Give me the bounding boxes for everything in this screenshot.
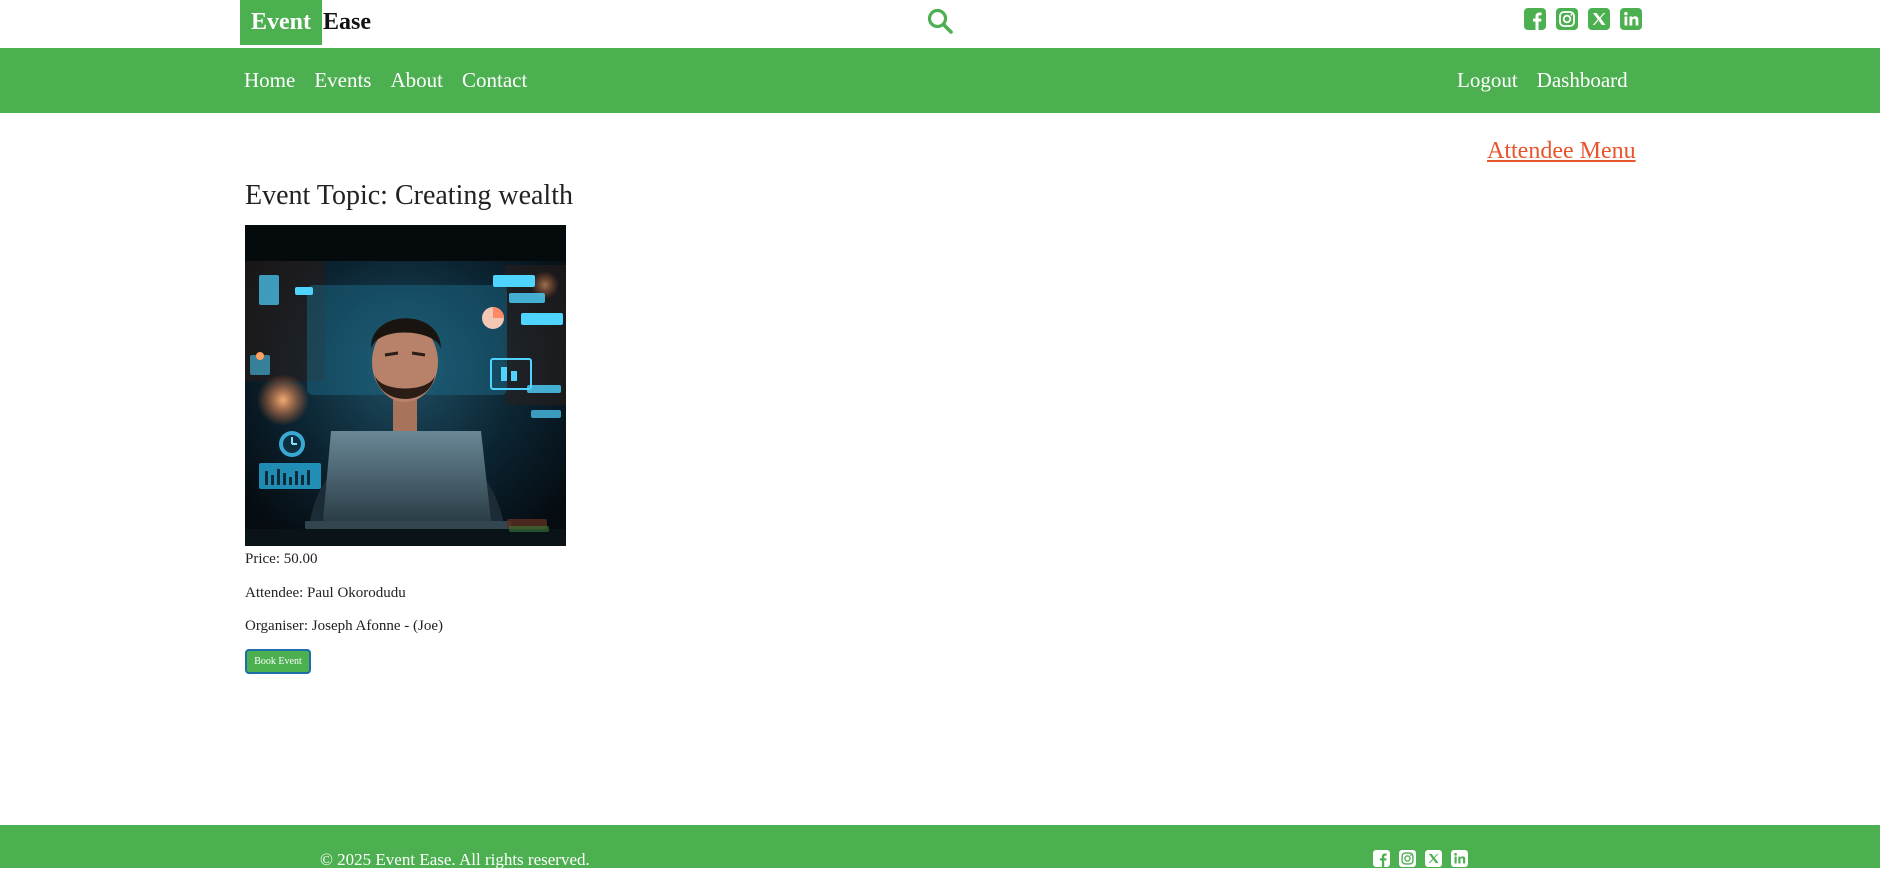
brand-logo[interactable]: Event Ease — [240, 0, 371, 45]
search-icon[interactable] — [926, 7, 954, 35]
page-footer: © 2025 Event Ease. All rights reserved. — [0, 825, 1880, 869]
event-organiser: Organiser: Joseph Afonne - (Joe) — [245, 618, 444, 634]
nav-link-contact[interactable]: Contact — [462, 68, 527, 93]
nav-link-about[interactable]: About — [390, 68, 443, 93]
main-navbar: Home Events About Contact Logout Dashboa… — [0, 48, 1880, 113]
footer-copyright: © 2025 Event Ease. All rights reserved. — [320, 850, 590, 869]
event-image — [245, 225, 566, 546]
facebook-icon[interactable] — [1373, 850, 1390, 867]
nav-link-home[interactable]: Home — [244, 68, 295, 93]
nav-link-dashboard[interactable]: Dashboard — [1537, 68, 1628, 93]
nav-primary-links: Home Events About Contact — [244, 48, 527, 113]
book-event-button[interactable]: Book Event — [245, 649, 311, 674]
linkedin-icon[interactable] — [1620, 8, 1642, 30]
instagram-icon[interactable] — [1399, 850, 1416, 867]
event-attendee: Attendee: Paul Okorodudu — [245, 585, 406, 601]
nav-link-logout[interactable]: Logout — [1457, 68, 1518, 93]
x-icon[interactable] — [1588, 8, 1610, 30]
instagram-icon[interactable] — [1556, 8, 1578, 30]
top-header: Event Ease — [0, 0, 1880, 48]
nav-link-events[interactable]: Events — [314, 68, 371, 93]
attendee-menu-link[interactable]: Attendee Menu — [1487, 138, 1636, 165]
event-title: Event Topic: Creating wealth — [245, 180, 573, 211]
brand-logo-part2: Ease — [323, 9, 371, 35]
x-icon[interactable] — [1425, 850, 1442, 867]
header-social-links — [1524, 8, 1642, 30]
footer-social-links — [1373, 850, 1468, 867]
facebook-icon[interactable] — [1524, 8, 1546, 30]
nav-user-links: Logout Dashboard — [1457, 48, 1628, 113]
event-price: Price: 50.00 — [245, 551, 318, 567]
linkedin-icon[interactable] — [1451, 850, 1468, 867]
brand-logo-part1: Event — [240, 0, 322, 45]
